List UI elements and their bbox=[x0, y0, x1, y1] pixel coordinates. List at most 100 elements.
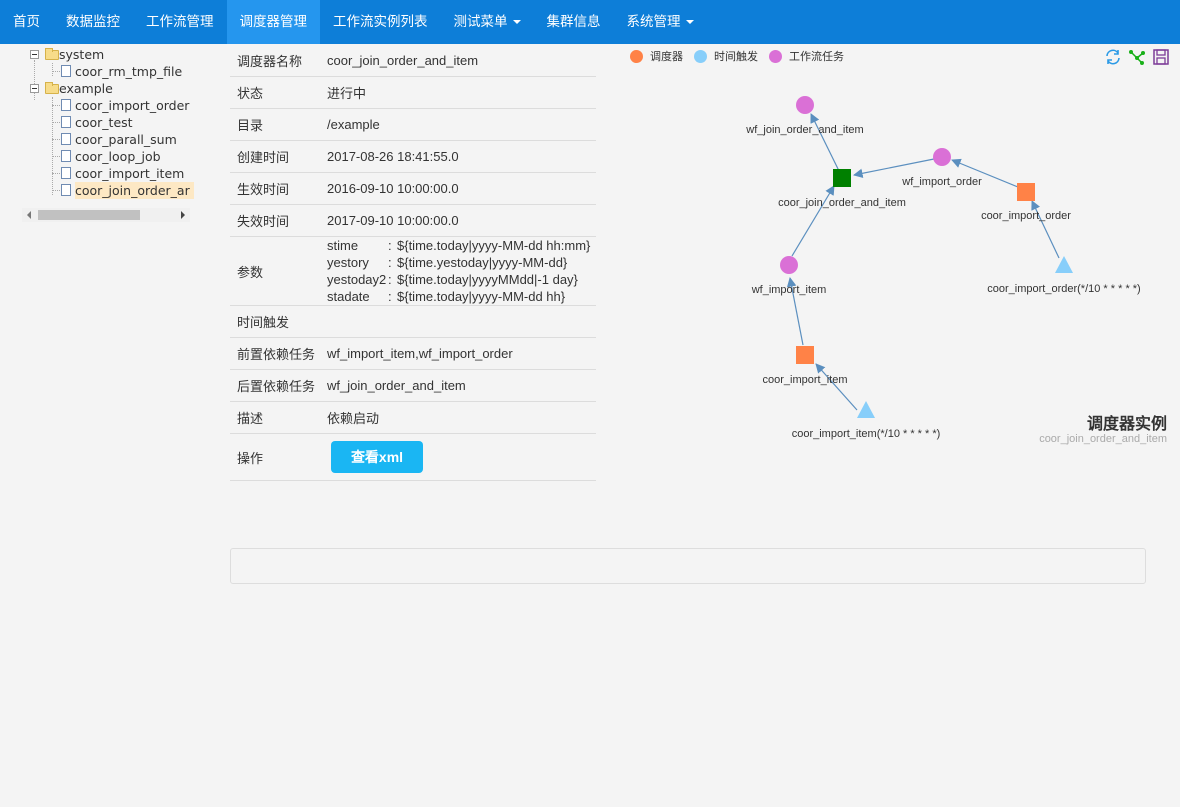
node-label: coor_import_order bbox=[981, 210, 1071, 222]
node-wf-import-order[interactable] bbox=[933, 148, 951, 166]
tree-line bbox=[52, 105, 60, 106]
folder-icon bbox=[45, 48, 59, 60]
nav-coordinator-management[interactable]: 调度器管理 bbox=[226, 0, 320, 44]
detail-row-params: 参数 stime: ${time.today|yyyy-MM-dd hh:mm} … bbox=[230, 237, 596, 306]
tree-line bbox=[52, 71, 60, 72]
collapse-icon[interactable] bbox=[30, 50, 39, 59]
tree-folder-system[interactable]: system bbox=[22, 46, 190, 63]
detail-row-status: 状态 进行中 bbox=[230, 77, 596, 109]
legend-item-time-trigger[interactable]: 时间触发 bbox=[694, 48, 758, 64]
detail-row-pre-dependency: 前置依赖任务 wf_import_item,wf_import_order bbox=[230, 338, 596, 370]
tree-file-selected[interactable]: coor_join_order_ar bbox=[22, 182, 194, 199]
node-label: wf_import_item bbox=[751, 284, 827, 296]
detail-key: 描述 bbox=[237, 412, 264, 427]
node-coor-join-order-and-item[interactable] bbox=[833, 169, 851, 187]
nav-test-menu[interactable]: 测试菜单 bbox=[441, 0, 534, 44]
tree-file[interactable]: coor_test bbox=[22, 114, 190, 131]
detail-row-created: 创建时间 2017-08-26 18:41:55.0 bbox=[230, 141, 596, 173]
node-trigger-coor-import-item[interactable] bbox=[857, 401, 875, 418]
graph-layout-icon[interactable] bbox=[1128, 48, 1146, 66]
param-value: ${time.yestoday|yyyy-MM-dd} bbox=[397, 255, 568, 270]
detail-row-time-trigger: 时间触发 bbox=[230, 306, 596, 338]
detail-value: wf_join_order_and_item bbox=[327, 378, 466, 393]
tree-file[interactable]: coor_import_order bbox=[22, 97, 190, 114]
tree-file-label[interactable]: coor_loop_job bbox=[75, 148, 161, 165]
nav-cluster-info[interactable]: 集群信息 bbox=[534, 0, 614, 44]
detail-row-description: 描述 依赖启动 bbox=[230, 402, 596, 434]
tree-folder-label[interactable]: system bbox=[59, 46, 104, 63]
detail-value: 进行中 bbox=[327, 86, 367, 101]
detail-value: /example bbox=[327, 117, 380, 132]
legend-dot bbox=[694, 49, 707, 63]
tree-file-label[interactable]: coor_test bbox=[75, 114, 133, 131]
node-label: coor_join_order_and_item bbox=[778, 197, 906, 209]
folder-icon bbox=[45, 82, 59, 94]
param-name: yestoday2 bbox=[327, 272, 387, 287]
legend-label: 时间触发 bbox=[714, 50, 758, 63]
params-list: stime: ${time.today|yyyy-MM-dd hh:mm} yes… bbox=[320, 237, 596, 305]
tree-folder-example[interactable]: example bbox=[22, 80, 190, 97]
view-xml-button[interactable]: 查看xml bbox=[331, 441, 423, 473]
tree-horizontal-scrollbar[interactable] bbox=[22, 208, 190, 222]
param-item: stime: ${time.today|yyyy-MM-dd hh:mm} bbox=[327, 237, 592, 254]
detail-key: 时间触发 bbox=[237, 316, 290, 331]
detail-key: 创建时间 bbox=[237, 151, 290, 166]
file-icon bbox=[61, 116, 71, 128]
tree-file-label[interactable]: coor_join_order_ar bbox=[75, 182, 194, 199]
tree-line bbox=[52, 156, 60, 157]
detail-key: 调度器名称 bbox=[237, 55, 303, 70]
node-wf-import-item[interactable] bbox=[780, 256, 798, 274]
node-label: coor_import_item bbox=[763, 374, 848, 386]
node-trigger-coor-import-order[interactable] bbox=[1055, 256, 1073, 273]
param-item: yestoday2: ${time.today|yyyyMMdd|-1 day} bbox=[327, 271, 592, 288]
param-name: stadate bbox=[327, 289, 370, 304]
save-icon[interactable] bbox=[1152, 48, 1170, 66]
refresh-icon[interactable] bbox=[1104, 48, 1122, 66]
nav-data-monitor[interactable]: 数据监控 bbox=[53, 0, 133, 44]
detail-key: 后置依赖任务 bbox=[237, 380, 316, 395]
edge-wf-import-order-to-coor-join bbox=[853, 158, 935, 179]
nav-system-management[interactable]: 系统管理 bbox=[614, 0, 707, 44]
legend-label: 调度器 bbox=[650, 50, 683, 63]
tree-file-label[interactable]: coor_import_order bbox=[75, 97, 189, 114]
top-navbar: 首页 数据监控 工作流管理 调度器管理 工作流实例列表 测试菜单 集群信息 系统… bbox=[0, 0, 1180, 44]
graph-toolbox bbox=[1104, 48, 1170, 66]
graph-legend: 调度器 时间触发 工作流任务 bbox=[630, 48, 855, 64]
scroll-left-icon[interactable] bbox=[27, 211, 31, 219]
param-colon: : bbox=[388, 238, 392, 253]
caret-down-icon bbox=[685, 20, 694, 24]
tree-file[interactable]: coor_rm_tmp_file bbox=[22, 63, 190, 80]
tree-file-label[interactable]: coor_rm_tmp_file bbox=[75, 63, 182, 80]
param-item: yestory: ${time.yestoday|yyyy-MM-dd} bbox=[327, 254, 592, 271]
param-colon: : bbox=[388, 289, 392, 304]
legend-dot bbox=[769, 49, 782, 63]
tree-file-label[interactable]: coor_parall_sum bbox=[75, 131, 177, 148]
collapse-icon[interactable] bbox=[30, 84, 39, 93]
tree-file[interactable]: coor_loop_job bbox=[22, 148, 190, 165]
node-wf-join-order-and-item[interactable] bbox=[796, 96, 814, 114]
tree-folder-label[interactable]: example bbox=[59, 80, 113, 97]
scroll-right-icon[interactable] bbox=[181, 211, 185, 219]
scrollbar-thumb[interactable] bbox=[38, 210, 140, 220]
tree-file[interactable]: coor_import_item bbox=[22, 165, 190, 182]
nav-home[interactable]: 首页 bbox=[0, 0, 53, 44]
detail-key: 参数 bbox=[237, 265, 264, 281]
tree-line bbox=[52, 122, 60, 123]
detail-row-expire: 失效时间 2017-09-10 10:00:00.0 bbox=[230, 205, 596, 237]
tree-file-label[interactable]: coor_import_item bbox=[75, 165, 184, 182]
tree-line bbox=[52, 139, 60, 140]
param-item: stadate: ${time.today|yyyy-MM-dd hh} bbox=[327, 288, 592, 305]
node-coor-import-order[interactable] bbox=[1017, 183, 1035, 201]
detail-key: 目录 bbox=[237, 119, 264, 134]
coordinator-detail-table: 调度器名称 coor_join_order_and_item 状态 进行中 目录… bbox=[230, 45, 596, 481]
nav-workflow-instance-list[interactable]: 工作流实例列表 bbox=[320, 0, 441, 44]
tree-file[interactable]: coor_parall_sum bbox=[22, 131, 190, 148]
legend-item-coordinator[interactable]: 调度器 bbox=[630, 48, 683, 64]
file-icon bbox=[61, 184, 71, 196]
param-colon: : bbox=[388, 272, 392, 287]
node-coor-import-item[interactable] bbox=[796, 346, 814, 364]
nav-workflow-management[interactable]: 工作流管理 bbox=[133, 0, 227, 44]
node-label: coor_import_order(*/10 * * * * *) bbox=[987, 283, 1140, 295]
legend-item-workflow-task[interactable]: 工作流任务 bbox=[769, 48, 844, 64]
detail-value: 2016-09-10 10:00:00.0 bbox=[327, 181, 459, 196]
